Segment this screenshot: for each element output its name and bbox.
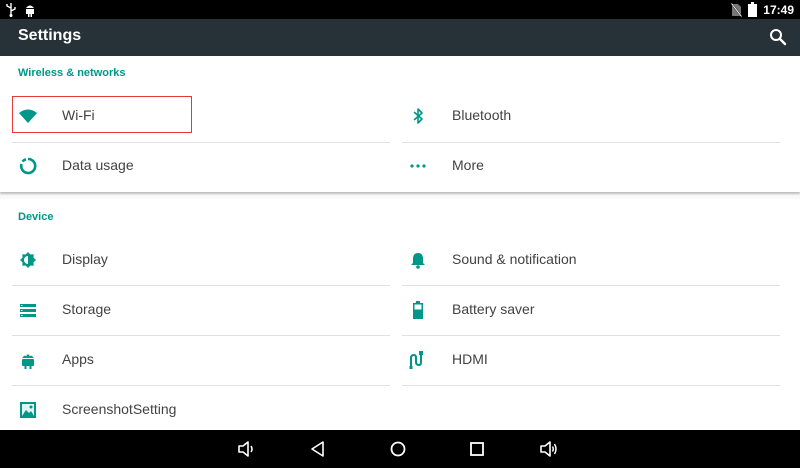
volume-down-button[interactable] [236, 439, 256, 459]
hdmi-icon [409, 351, 423, 369]
android-debug-icon [26, 5, 34, 17]
recents-icon [470, 442, 484, 456]
tile-label-display: Display [62, 251, 108, 267]
wifi-highlight-box [12, 96, 192, 133]
tile-display[interactable]: Display [12, 236, 390, 284]
recents-button[interactable] [467, 439, 487, 459]
more-icon [410, 164, 426, 168]
home-button[interactable] [388, 439, 408, 459]
no-sim-icon [731, 2, 743, 17]
tile-more[interactable]: More [402, 142, 780, 190]
tile-label-screenshot-setting: ScreenshotSetting [62, 401, 177, 417]
tile-storage[interactable]: Storage [12, 286, 390, 334]
section-header-wireless: Wireless & networks [18, 67, 126, 79]
status-right-icons: 17:49 [731, 1, 794, 18]
status-bar: 17:49 [0, 0, 800, 19]
section-header-device: Device [18, 211, 54, 223]
app-bar: Settings [0, 19, 800, 56]
status-left-icons [6, 2, 36, 17]
bell-icon [411, 253, 425, 269]
tile-label-bluetooth: Bluetooth [452, 107, 512, 123]
tile-data-usage[interactable]: Data usage [12, 142, 390, 190]
tile-label-hdmi: HDMI [452, 351, 488, 367]
tile-apps[interactable]: Apps [12, 336, 390, 384]
android-icon [22, 354, 34, 369]
device-section: Device Display Sound & notification Stor… [0, 199, 800, 430]
screenshot-icon [20, 402, 36, 418]
battery-saver-icon [413, 301, 423, 319]
tile-screenshot-setting[interactable]: ScreenshotSetting [12, 386, 390, 434]
volume-down-icon [238, 441, 253, 457]
usb-icon [6, 2, 16, 17]
tile-bluetooth[interactable]: Bluetooth [402, 92, 780, 140]
display-icon [20, 252, 36, 268]
tile-label-data-usage: Data usage [62, 157, 134, 173]
search-button[interactable] [768, 27, 788, 47]
divider [402, 385, 780, 386]
tile-label-apps: Apps [62, 351, 94, 367]
tile-label-more: More [452, 157, 484, 173]
tile-label-sound-notification: Sound & notification [452, 251, 577, 267]
bluetooth-icon [413, 108, 423, 124]
tile-label-storage: Storage [62, 301, 112, 317]
storage-icon [20, 304, 36, 317]
volume-up-button[interactable] [539, 439, 559, 459]
search-icon [770, 29, 787, 46]
navigation-bar [0, 430, 800, 468]
tile-battery-saver[interactable]: Battery saver [402, 286, 780, 334]
tile-sound-notification[interactable]: Sound & notification [402, 236, 780, 284]
page-title: Settings [18, 27, 82, 44]
data-usage-icon [19, 157, 37, 175]
back-button[interactable] [308, 439, 328, 459]
status-time: 17:49 [763, 2, 794, 17]
tile-label-battery-saver: Battery saver [452, 301, 535, 317]
tile-hdmi[interactable]: HDMI [402, 336, 780, 384]
volume-up-icon [540, 441, 557, 457]
back-icon [311, 441, 324, 457]
battery-icon [748, 2, 758, 17]
wireless-networks-section: Wireless & networks Wi-Fi Bluetooth Data… [0, 56, 800, 192]
home-icon [390, 441, 406, 457]
